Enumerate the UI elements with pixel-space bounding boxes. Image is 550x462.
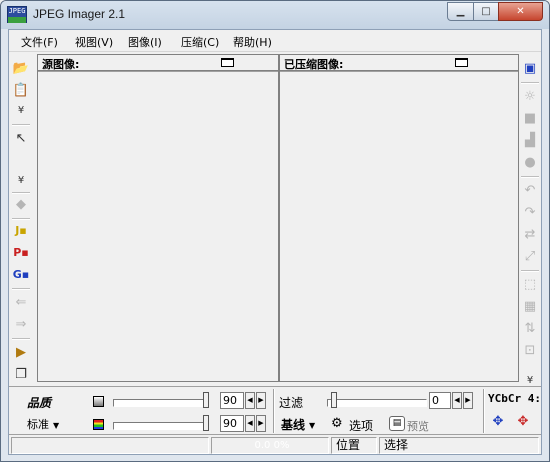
compression-controls: 品质 标准 ▼ 90 ◀ ▶ 90 ◀ ▶ 过滤 0 ◀ ▶ 基线 ▼ ⚙ 选项… xyxy=(9,386,541,434)
quality-value-bottom[interactable]: 90 xyxy=(220,415,244,432)
maximize-panel-icon[interactable] xyxy=(455,58,468,67)
menu-bar: 文件(F) 视图(V) 图像(I) 压缩(C) 帮助(H) xyxy=(9,30,541,52)
g-format-icon[interactable]: G▪ xyxy=(12,266,30,284)
chevron-down-icon: ▼ xyxy=(309,421,316,430)
maximize-panel-icon[interactable] xyxy=(221,58,234,67)
color-icon[interactable] xyxy=(93,419,104,430)
decrement-icon[interactable]: ◀ xyxy=(245,392,255,409)
ycbcr-label: YCbCr 4: xyxy=(488,392,541,405)
filter-value[interactable]: 0 xyxy=(429,392,451,409)
open-folder-icon[interactable]: 📂 xyxy=(12,60,30,78)
options-button[interactable]: 选项 xyxy=(349,417,373,434)
adjust-icon[interactable]: ⇅ xyxy=(521,320,539,338)
resize-icon[interactable]: ⤢ xyxy=(521,248,539,266)
compressed-panel-header: 已压缩图像: xyxy=(280,55,518,71)
p-format-icon[interactable]: P▪ xyxy=(12,244,30,262)
window-icon[interactable]: ▣ xyxy=(521,60,539,78)
quality-slider-top-thumb[interactable] xyxy=(203,392,209,408)
filter-label: 过滤 xyxy=(279,396,304,410)
menu-image[interactable]: 图像(I) xyxy=(128,34,162,50)
collapse-arrows-icon[interactable]: ✥ xyxy=(514,413,532,431)
decrement-icon[interactable]: ◀ xyxy=(452,392,462,409)
pointer-icon[interactable]: ↖ xyxy=(12,130,30,148)
minimize-button[interactable]: ▁ xyxy=(447,2,474,21)
status-cell-position: 位置 xyxy=(331,437,377,454)
baseline-dropdown[interactable]: 基线 ▼ xyxy=(281,416,315,433)
chevron-down-icon[interactable]: ¥ xyxy=(12,106,30,116)
status-cell-size: 0.0 0% xyxy=(211,437,329,454)
j-format-icon[interactable]: J▪ xyxy=(12,222,30,240)
filter-slider-thumb[interactable] xyxy=(331,392,337,408)
quality-slider-bottom[interactable] xyxy=(113,422,205,430)
client-area: 文件(F) 视图(V) 图像(I) 压缩(C) 帮助(H) 📂 📋 ¥ ↖ ¥ … xyxy=(8,29,542,455)
window-title: JPEG Imager 2.1 xyxy=(33,7,126,21)
compressed-image-panel: 已压缩图像: xyxy=(279,54,519,382)
copy-stack-icon[interactable]: ❐ xyxy=(12,366,30,384)
import-icon[interactable]: ⇐ xyxy=(12,294,30,312)
quality-mode-dropdown[interactable]: 标准 ▼ xyxy=(27,416,59,432)
scale-icon[interactable]: ⊡ xyxy=(521,342,539,360)
increment-icon[interactable]: ▶ xyxy=(256,392,266,409)
application-window: JPEG JPEG Imager 2.1 ▁ □ ✕ 文件(F) 视图(V) 图… xyxy=(0,0,550,462)
left-toolbar: 📂 📋 ¥ ↖ ¥ ◆ J▪ P▪ G▪ ⇐ ⇒ ▶ ❐ xyxy=(9,56,33,386)
compressed-panel-title: 已压缩图像: xyxy=(284,58,344,71)
right-toolbar: ▣ ☼ ■ ▟ ● ↶ ↷ ⇄ ⤢ ⬚ ▦ ⇅ ⊡ ¥ xyxy=(518,56,542,386)
maximize-button[interactable]: □ xyxy=(473,2,499,21)
source-image-panel: 源图像: xyxy=(37,54,279,382)
increment-icon[interactable]: ▶ xyxy=(256,415,266,432)
rotate-right-icon[interactable]: ↷ xyxy=(521,204,539,222)
menu-compress[interactable]: 压缩(C) xyxy=(181,34,219,50)
preview-label: 预览 xyxy=(407,420,429,433)
source-image-area[interactable] xyxy=(38,71,278,381)
brightness-icon[interactable]: ☼ xyxy=(521,88,539,106)
histogram-icon[interactable]: ▟ xyxy=(521,132,539,150)
stamp-icon[interactable]: ◆ xyxy=(12,196,30,214)
quality-value-top[interactable]: 90 xyxy=(220,392,244,409)
chevron-down-icon[interactable]: ¥ xyxy=(12,176,30,186)
quality-slider-bottom-thumb[interactable] xyxy=(203,415,209,431)
crop-icon[interactable]: ⬚ xyxy=(521,276,539,294)
title-bar[interactable]: JPEG JPEG Imager 2.1 ▁ □ ✕ xyxy=(1,1,549,29)
compressed-image-area[interactable] xyxy=(280,71,518,381)
quality-label: 品质 xyxy=(27,396,52,410)
circle-icon[interactable]: ● xyxy=(521,154,539,172)
menu-file[interactable]: 文件(F) xyxy=(21,34,58,50)
send-icon[interactable]: ▶ xyxy=(12,344,30,362)
increment-icon[interactable]: ▶ xyxy=(463,392,473,409)
status-cell-info xyxy=(11,437,209,454)
grid-icon[interactable]: ▦ xyxy=(521,298,539,316)
menu-help[interactable]: 帮助(H) xyxy=(233,34,272,50)
decrement-icon[interactable]: ◀ xyxy=(245,415,255,432)
chevron-down-icon: ▼ xyxy=(53,420,60,430)
quality-slider-top[interactable] xyxy=(113,399,205,407)
jpeg-imager-app-icon: JPEG xyxy=(7,6,27,23)
status-cell-selection: 选择 xyxy=(379,437,539,454)
export-icon[interactable]: ⇒ xyxy=(12,316,30,334)
status-bar: 0.0 0% 位置 选择 xyxy=(9,434,541,455)
source-panel-header: 源图像: xyxy=(38,55,278,71)
rotate-left-icon[interactable]: ↶ xyxy=(521,182,539,200)
flip-icon[interactable]: ⇄ xyxy=(521,226,539,244)
gear-icon[interactable]: ⚙ xyxy=(331,416,343,431)
contrast-icon[interactable]: ■ xyxy=(521,110,539,128)
filter-slider[interactable] xyxy=(327,399,427,407)
source-panel-title: 源图像: xyxy=(42,58,80,71)
preview-toggle-icon[interactable]: ▤ xyxy=(389,416,405,431)
chevron-down-icon[interactable]: ¥ xyxy=(521,376,539,386)
menu-view[interactable]: 视图(V) xyxy=(75,34,113,50)
expand-arrows-icon[interactable]: ✥ xyxy=(489,413,507,431)
grayscale-icon[interactable] xyxy=(93,396,104,407)
paste-icon[interactable]: 📋 xyxy=(12,82,30,100)
close-button[interactable]: ✕ xyxy=(498,2,543,21)
